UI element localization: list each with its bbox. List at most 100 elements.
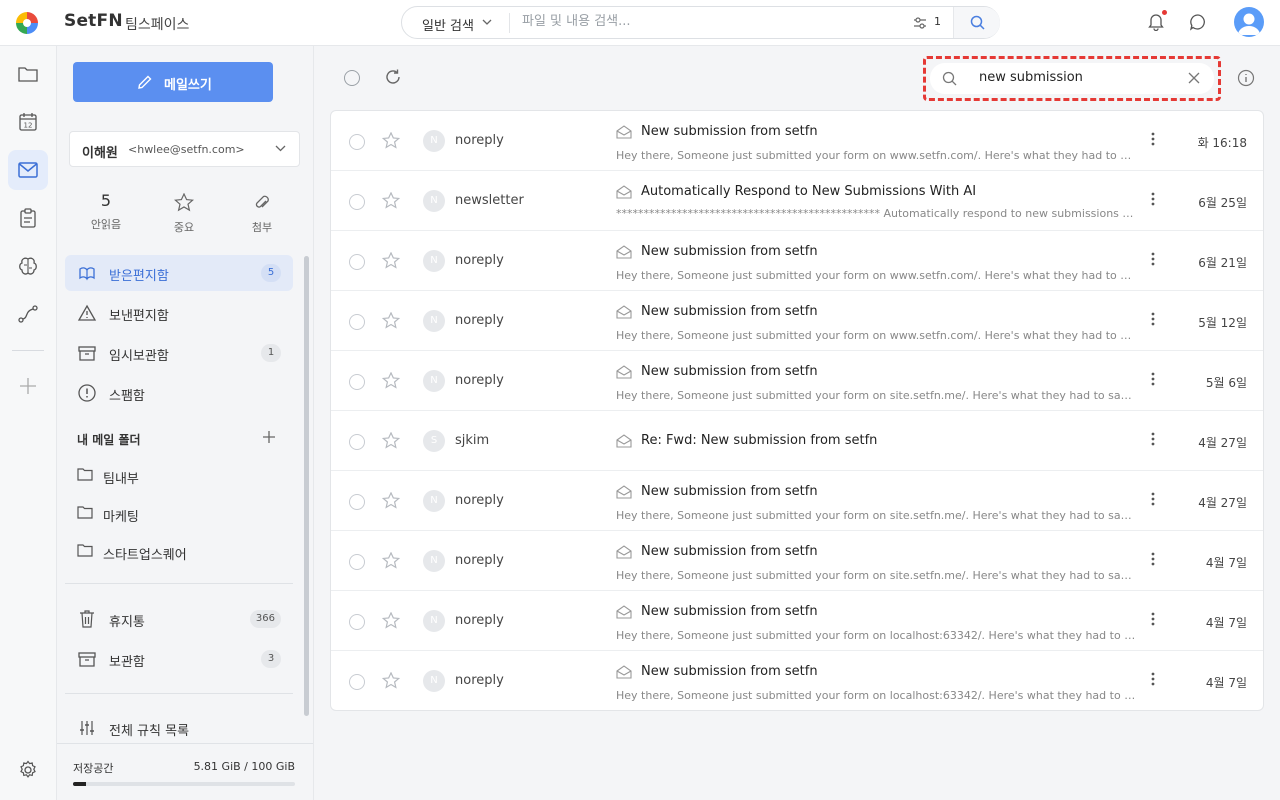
row-checkbox[interactable] bbox=[349, 374, 365, 390]
sender-name: sjkim bbox=[455, 433, 490, 448]
folder-label: 보낸편지함 bbox=[109, 309, 169, 324]
star-icon[interactable] bbox=[382, 132, 400, 149]
row-checkbox[interactable] bbox=[349, 194, 365, 210]
star-icon[interactable] bbox=[382, 492, 400, 509]
row-checkbox[interactable] bbox=[349, 674, 365, 690]
mail-row[interactable]: Nnoreply New submission from setfn Hey the… bbox=[331, 471, 1263, 531]
folder-count: 3 bbox=[261, 650, 281, 668]
sender-avatar: N bbox=[423, 370, 445, 392]
account-selector[interactable]: 이해원 <hwlee@setfn.com> bbox=[69, 131, 300, 167]
chat-bubble-icon[interactable] bbox=[1189, 13, 1207, 31]
global-search-input[interactable] bbox=[522, 14, 902, 29]
search-button[interactable] bbox=[953, 7, 1000, 38]
star-icon[interactable] bbox=[382, 612, 400, 629]
mail-search-input[interactable] bbox=[979, 70, 1179, 85]
mail-preview: Hey there, Someone just submitted your f… bbox=[616, 569, 1136, 582]
filter-sliders-icon[interactable] bbox=[913, 16, 927, 30]
more-vertical-icon[interactable] bbox=[1151, 372, 1155, 386]
mail-date: 4월 7일 bbox=[1205, 676, 1247, 690]
rail-calendar[interactable]: 12 bbox=[8, 102, 48, 142]
unread-filter[interactable]: 5 안읽음 bbox=[71, 191, 141, 232]
mail-row[interactable]: Nnoreply New submission from setfn Hey the… bbox=[331, 651, 1263, 710]
star-icon[interactable] bbox=[382, 312, 400, 329]
folder-spam[interactable]: 스팸함 bbox=[65, 375, 293, 411]
storage-label: 저장공간 bbox=[73, 762, 114, 775]
star-icon[interactable] bbox=[382, 192, 400, 209]
mail-subject: Re: Fwd: New submission from setfn bbox=[641, 433, 878, 448]
compose-button[interactable]: 메일쓰기 bbox=[73, 62, 273, 102]
my-folder-item[interactable]: 마케팅 bbox=[77, 502, 277, 526]
clear-search-icon[interactable] bbox=[1188, 72, 1200, 84]
rail-ai[interactable] bbox=[8, 246, 48, 286]
more-vertical-icon[interactable] bbox=[1151, 312, 1155, 326]
rail-workflow[interactable] bbox=[8, 294, 48, 334]
row-checkbox[interactable] bbox=[349, 614, 365, 630]
star-icon[interactable] bbox=[382, 672, 400, 689]
more-vertical-icon[interactable] bbox=[1151, 492, 1155, 506]
star-icon[interactable] bbox=[382, 552, 400, 569]
envelope-open-icon bbox=[616, 305, 632, 319]
info-icon[interactable] bbox=[1237, 69, 1255, 87]
mail-rules[interactable]: 전체 규칙 목록 bbox=[65, 710, 293, 746]
sender-avatar: N bbox=[423, 550, 445, 572]
mail-row[interactable]: Nnoreply New submission from setfn Hey the… bbox=[331, 231, 1263, 291]
mail-row[interactable]: Nnoreply New submission from setfn Hey the… bbox=[331, 291, 1263, 351]
rail-files[interactable] bbox=[8, 54, 48, 94]
mail-row[interactable]: Nnoreply New submission from setfn Hey the… bbox=[331, 531, 1263, 591]
mail-subject: New submission from setfn bbox=[641, 484, 818, 499]
folder-sent[interactable]: 보낸편지함 bbox=[65, 295, 293, 331]
more-vertical-icon[interactable] bbox=[1151, 672, 1155, 686]
mail-row[interactable]: Nnewsletter Automatically Respond to New … bbox=[331, 171, 1263, 231]
row-checkbox[interactable] bbox=[349, 494, 365, 510]
refresh-icon[interactable] bbox=[384, 68, 402, 86]
sender-name: noreply bbox=[455, 133, 504, 148]
folder-label: 휴지통 bbox=[109, 615, 145, 630]
folder-trash[interactable]: 휴지통 366 bbox=[65, 601, 293, 637]
mail-row[interactable]: Ssjkim Re: Fwd: New submission from setfn… bbox=[331, 411, 1263, 471]
setfn-logo-icon[interactable] bbox=[16, 12, 38, 34]
route-icon bbox=[8, 294, 48, 334]
more-vertical-icon[interactable] bbox=[1151, 252, 1155, 266]
more-vertical-icon[interactable] bbox=[1151, 552, 1155, 566]
my-folder-item[interactable]: 팀내부 bbox=[77, 464, 277, 488]
mail-preview: Hey there, Someone just submitted your f… bbox=[616, 509, 1136, 522]
folder-drafts[interactable]: 임시보관함 1 bbox=[65, 335, 293, 371]
star-icon[interactable] bbox=[382, 372, 400, 389]
mail-row[interactable]: Nnoreply New submission from setfn Hey the… bbox=[331, 111, 1263, 171]
row-checkbox[interactable] bbox=[349, 134, 365, 150]
row-checkbox[interactable] bbox=[349, 314, 365, 330]
more-vertical-icon[interactable] bbox=[1151, 192, 1155, 206]
star-icon[interactable] bbox=[382, 432, 400, 449]
plus-icon bbox=[8, 366, 48, 406]
workspace-name[interactable]: 팀스페이스 bbox=[125, 14, 189, 34]
sidebar-scrollbar[interactable] bbox=[304, 256, 309, 716]
important-filter[interactable]: 중요 bbox=[149, 191, 219, 235]
more-vertical-icon[interactable] bbox=[1151, 612, 1155, 626]
account-email: <hwlee@setfn.com> bbox=[128, 143, 245, 156]
chevron-down-icon[interactable] bbox=[482, 19, 492, 25]
row-checkbox[interactable] bbox=[349, 434, 365, 450]
star-icon[interactable] bbox=[382, 252, 400, 269]
row-checkbox[interactable] bbox=[349, 254, 365, 270]
attachment-filter[interactable]: 첨부 bbox=[227, 191, 297, 235]
rail-add[interactable] bbox=[8, 366, 48, 406]
row-checkbox[interactable] bbox=[349, 554, 365, 570]
notification-bell-icon[interactable] bbox=[1147, 12, 1165, 31]
rail-settings[interactable] bbox=[8, 750, 48, 790]
my-folder-item[interactable]: 스타트업스퀘어 bbox=[77, 540, 277, 564]
select-all-checkbox[interactable] bbox=[344, 70, 360, 86]
search-type-select[interactable]: 일반 검색 bbox=[422, 15, 474, 34]
user-avatar[interactable] bbox=[1234, 7, 1264, 37]
folder-inbox[interactable]: 받은편지함 5 bbox=[65, 255, 293, 291]
rail-mail[interactable] bbox=[8, 150, 48, 190]
more-vertical-icon[interactable] bbox=[1151, 132, 1155, 146]
folder-archive[interactable]: 보관함 3 bbox=[65, 641, 293, 677]
add-folder-icon[interactable] bbox=[262, 430, 276, 444]
envelope-open-icon bbox=[616, 434, 632, 448]
rail-tasks[interactable] bbox=[8, 198, 48, 238]
mail-date: 6월 21일 bbox=[1198, 256, 1247, 270]
more-vertical-icon[interactable] bbox=[1151, 432, 1155, 446]
mail-row[interactable]: Nnoreply New submission from setfn Hey the… bbox=[331, 351, 1263, 411]
mail-row[interactable]: Nnoreply New submission from setfn Hey the… bbox=[331, 591, 1263, 651]
clipboard-icon bbox=[8, 198, 48, 238]
